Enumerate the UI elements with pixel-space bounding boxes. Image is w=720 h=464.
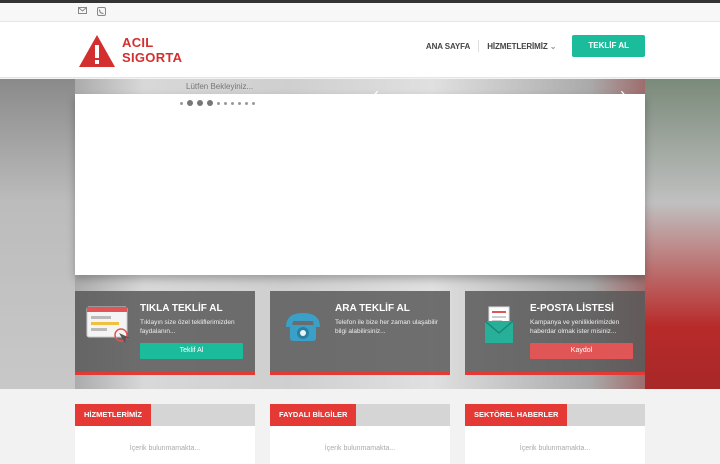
card-click-quote[interactable]: TIKLA TEKLİF AL Tıklayın size özel tekli…	[75, 291, 255, 375]
slider-dot[interactable]	[245, 101, 248, 105]
slider-dot[interactable]	[238, 101, 241, 105]
slider-dot[interactable]	[231, 101, 234, 105]
feature-cards: TIKLA TEKLİF AL Tıklayın size özel tekli…	[75, 291, 645, 375]
card-call-quote[interactable]: ARA TEKLİF AL Telefon ile bize her zaman…	[270, 291, 450, 375]
box-message: İçerik bulunmamakta...	[129, 445, 201, 452]
box-useful-info: FAYDALI BİLGİLER İçerik bulunmamakta...	[270, 404, 450, 464]
slider-prev-arrow[interactable]: ‹	[373, 85, 379, 103]
box-title: FAYDALI BİLGİLER	[270, 404, 357, 426]
card-title: E-POSTA LİSTESİ	[530, 303, 614, 314]
slider-dots	[180, 100, 259, 106]
form-click-icon	[86, 306, 130, 343]
card-title: ARA TEKLİF AL	[335, 303, 410, 314]
slider-dot[interactable]	[252, 101, 255, 105]
logo-line1: ACIL	[122, 35, 154, 50]
card-text: Tıklayın size özel tekliflerimizden fayd…	[140, 319, 235, 335]
quote-button[interactable]: Teklif Al	[140, 343, 243, 359]
slider-dot[interactable]	[180, 101, 183, 105]
nav-home[interactable]: ANA SAYFA	[426, 42, 470, 51]
card-text: Telefon ile bize her zaman ulaşabilir bi…	[335, 319, 438, 335]
box-title: SEKTÖREL HABERLER	[465, 404, 568, 426]
chevron-down-icon: ⌄	[549, 41, 557, 51]
logo-text: ACIL SIGORTA	[122, 35, 182, 65]
slider-next-arrow[interactable]: ›	[620, 85, 626, 103]
card-email-list[interactable]: E-POSTA LİSTESİ Kampanya ve yeniliklerim…	[465, 291, 645, 375]
telephone-icon	[286, 313, 320, 341]
card-text: Kampanya ve yeniliklerimizden haberdar o…	[530, 319, 620, 335]
box-title: HİZMETLERİMİZ	[75, 404, 151, 426]
main-nav: ANA SAYFA HİZMETLERİMİZ ⌄ TEKLİF AL	[426, 34, 645, 58]
site-logo[interactable]: ACIL SIGORTA	[78, 33, 188, 69]
slider-dot[interactable]	[217, 101, 220, 105]
card-title: TIKLA TEKLİF AL	[140, 303, 223, 314]
hero-section: Lütfen Bekleyiniz... ‹ › TIKLA TEKLİF AL…	[0, 79, 720, 389]
hero-bg-left	[0, 79, 75, 389]
slider-dot[interactable]	[187, 100, 193, 106]
slider-dot[interactable]	[207, 100, 213, 106]
logo-line2: SIGORTA	[122, 50, 183, 65]
nav-services-label: HİZMETLERİMİZ	[487, 41, 548, 51]
slider-dot[interactable]	[224, 101, 227, 105]
warning-triangle-icon	[79, 35, 115, 67]
box-services: HİZMETLERİMİZ İçerik bulunmamakta...	[75, 404, 255, 464]
slider-panel[interactable]	[75, 94, 645, 275]
hero-bg-right	[645, 79, 720, 389]
box-sector-news: SEKTÖREL HABERLER İçerik bulunmamakta...	[465, 404, 645, 464]
nav-services[interactable]: HİZMETLERİMİZ ⌄	[487, 42, 556, 51]
box-message: İçerik bulunmamakta...	[324, 445, 396, 452]
envelope-letter-icon	[484, 306, 514, 343]
slider-dot[interactable]	[197, 100, 203, 106]
top-bar	[0, 3, 720, 22]
phone-icon[interactable]	[97, 7, 106, 19]
mail-icon[interactable]	[78, 7, 87, 17]
box-message: İçerik bulunmamakta...	[519, 445, 591, 452]
get-quote-button[interactable]: TEKLİF AL	[572, 35, 645, 57]
loading-text: Lütfen Bekleyiniz...	[186, 82, 254, 91]
nav-divider	[478, 40, 480, 52]
subscribe-button[interactable]: Kaydol	[530, 343, 633, 359]
site-header: ACIL SIGORTA ANA SAYFA HİZMETLERİMİZ ⌄ T…	[0, 22, 720, 78]
